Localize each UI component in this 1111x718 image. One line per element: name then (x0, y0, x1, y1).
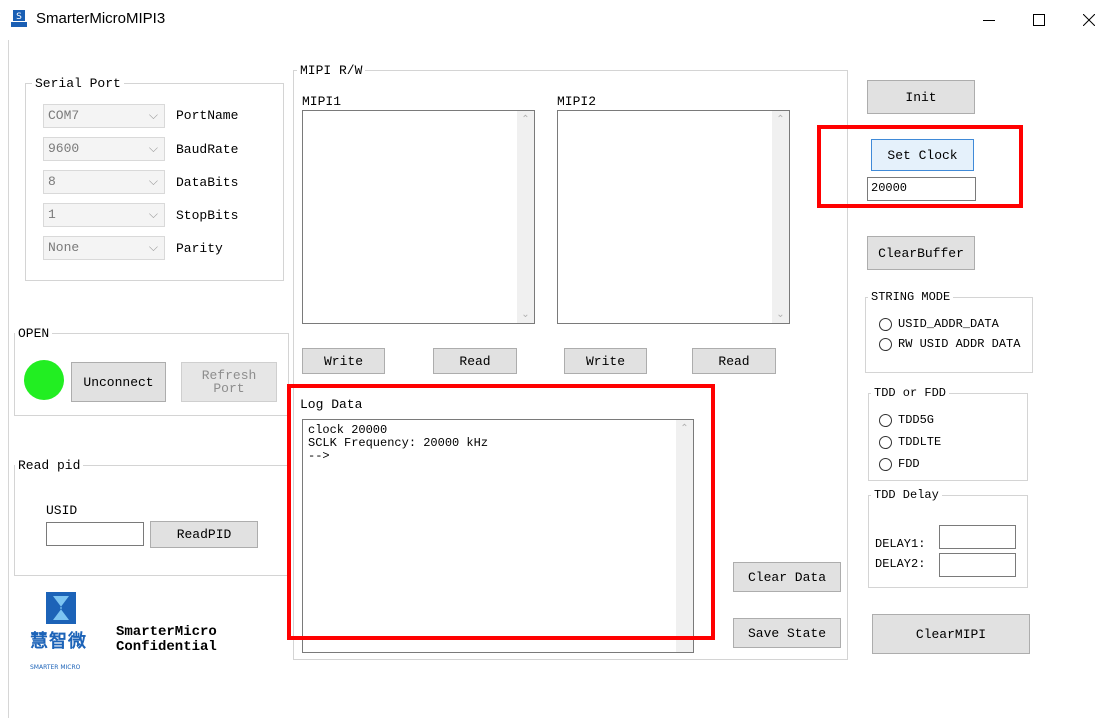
radio-usid-addr-data[interactable]: USID_ADDR_DATA (879, 317, 999, 331)
chevron-down-icon: ⌵ (148, 240, 158, 254)
radio-fdd[interactable]: FDD (879, 457, 920, 471)
radio-label: TDDLTE (898, 435, 942, 449)
usid-label: USID (46, 503, 78, 518)
unconnect-button[interactable]: Unconnect (71, 362, 166, 402)
radio-label: USID_ADDR_DATA (898, 317, 999, 331)
baudrate-select[interactable]: 9600 ⌵ (43, 137, 165, 161)
radio-circle-icon (879, 413, 892, 427)
radio-circle-icon (879, 457, 892, 471)
read-pid-legend: Read pid (18, 458, 81, 473)
string-mode-legend: STRING MODE (871, 290, 951, 304)
open-legend: OPEN (18, 326, 50, 341)
maximize-button[interactable] (1016, 0, 1062, 40)
mipi2-read-button[interactable]: Read (692, 348, 776, 374)
title-bar[interactable]: S SmarterMicroMIPI3 (0, 0, 1111, 40)
databits-label: DataBits (176, 175, 239, 190)
parity-select[interactable]: None ⌵ (43, 236, 165, 260)
refresh-port-button[interactable]: Refresh Port (181, 362, 277, 402)
stopbits-label: StopBits (176, 208, 239, 223)
mipi1-label: MIPI1 (302, 94, 342, 109)
radio-tdd5g[interactable]: TDD5G (879, 413, 934, 427)
clear-data-button[interactable]: Clear Data (733, 562, 841, 592)
scroll-down-icon[interactable]: ⌄ (772, 306, 789, 323)
clear-mipi-button[interactable]: ClearMIPI (872, 614, 1030, 654)
confidential-line2: Confidential (116, 639, 217, 655)
mipi2-textarea[interactable]: ⌃ ⌄ (557, 110, 790, 324)
baudrate-value: 9600 (48, 141, 80, 156)
chevron-down-icon: ⌵ (148, 141, 158, 155)
usid-input[interactable] (46, 522, 144, 546)
scroll-down-icon[interactable]: ⌄ (517, 306, 534, 323)
radio-tddlte[interactable]: TDDLTE (879, 435, 941, 449)
mipi1-read-button[interactable]: Read (433, 348, 517, 374)
mipi2-scrollbar[interactable]: ⌃ ⌄ (772, 111, 789, 323)
serial-port-legend: Serial Port (35, 76, 121, 91)
parity-value: None (48, 240, 80, 255)
app-logo-icon: S (10, 10, 28, 28)
brand-en-text: SMARTER MICRO (30, 664, 81, 671)
tdd-delay-legend: TDD Delay (874, 488, 939, 502)
portname-select[interactable]: COM7 ⌵ (43, 104, 165, 128)
delay1-label: DELAY1: (875, 537, 926, 551)
delay2-label: DELAY2: (875, 557, 926, 571)
chevron-down-icon: ⌵ (148, 174, 158, 188)
databits-value: 8 (48, 174, 56, 189)
stopbits-value: 1 (48, 207, 56, 222)
minimize-button[interactable] (966, 0, 1012, 40)
radio-circle-icon (879, 337, 892, 351)
window-title: SmarterMicroMIPI3 (36, 10, 166, 27)
brand-cn-text: 慧智微 (30, 631, 87, 652)
close-button[interactable] (1066, 0, 1111, 40)
tdd-fdd-legend: TDD or FDD (874, 386, 947, 400)
brand-logo-icon (46, 592, 76, 624)
chevron-down-icon: ⌵ (148, 207, 158, 221)
radio-label: FDD (898, 457, 920, 471)
highlight-box-log-data (287, 384, 715, 640)
clear-buffer-button[interactable]: ClearBuffer (867, 236, 975, 270)
delay1-input[interactable] (939, 525, 1016, 549)
portname-label: PortName (176, 108, 239, 123)
mipi2-label: MIPI2 (557, 94, 597, 109)
save-state-button[interactable]: Save State (733, 618, 841, 648)
radio-label: TDD5G (898, 413, 935, 427)
confidential-line1: SmarterMicro (116, 624, 217, 640)
mipi1-textarea[interactable]: ⌃ ⌄ (302, 110, 535, 324)
mipi1-write-button[interactable]: Write (302, 348, 385, 374)
parity-label: Parity (176, 241, 223, 256)
radio-circle-icon (879, 435, 892, 449)
databits-select[interactable]: 8 ⌵ (43, 170, 165, 194)
mipi2-write-button[interactable]: Write (564, 348, 647, 374)
highlight-box-set-clock (817, 125, 1023, 208)
read-pid-button[interactable]: ReadPID (150, 521, 258, 548)
radio-label: RW USID ADDR DATA (898, 337, 1021, 351)
init-button[interactable]: Init (867, 80, 975, 114)
scroll-up-icon[interactable]: ⌃ (517, 111, 534, 128)
mipi-rw-legend: MIPI R/W (300, 63, 363, 78)
chevron-down-icon: ⌵ (148, 108, 158, 122)
radio-circle-icon (879, 317, 892, 331)
svg-text:S: S (16, 12, 22, 22)
baudrate-label: BaudRate (176, 142, 239, 157)
string-mode-group: STRING MODE (865, 290, 1033, 373)
portname-value: COM7 (48, 108, 80, 123)
radio-rw-usid-addr-data[interactable]: RW USID ADDR DATA (879, 337, 1020, 351)
stopbits-select[interactable]: 1 ⌵ (43, 203, 165, 227)
connection-status-indicator (24, 360, 64, 400)
mipi1-scrollbar[interactable]: ⌃ ⌄ (517, 111, 534, 323)
delay2-input[interactable] (939, 553, 1016, 577)
scroll-up-icon[interactable]: ⌃ (772, 111, 789, 128)
